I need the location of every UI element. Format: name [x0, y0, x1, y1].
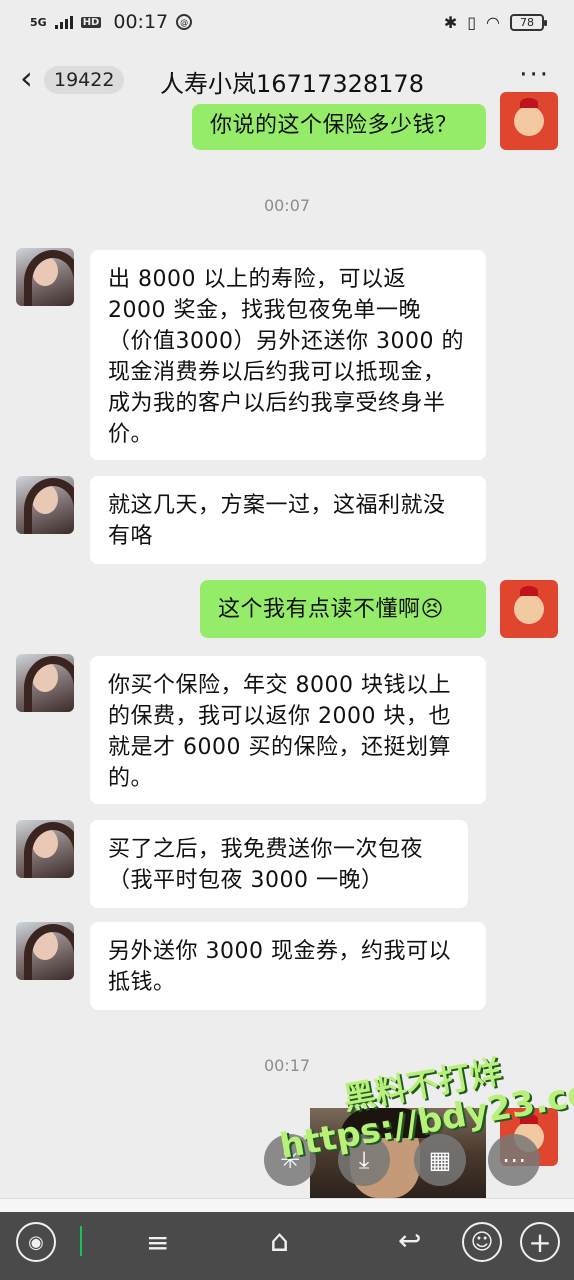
message-line: 出 8000 以上的寿险，可以返	[108, 267, 406, 292]
my-avatar[interactable]	[500, 580, 558, 638]
message-line: 买了之后，我免费送你一次包夜	[108, 837, 424, 862]
contact-avatar[interactable]	[16, 820, 74, 878]
message-line: （价值3000）另外还送你 3000 的	[108, 329, 464, 354]
voice-icon[interactable]: ◉	[16, 1222, 56, 1262]
message-line: 抵钱。	[108, 970, 176, 995]
bluetooth-icon: ✱	[443, 12, 458, 32]
incoming-message-bubble[interactable]: 另外送你 3000 现金券，约我可以 抵钱。	[90, 922, 486, 1010]
back-nav-icon[interactable]: ↩	[398, 1224, 421, 1257]
contact-avatar[interactable]	[16, 654, 74, 712]
message-line: 就这几天，方案一过，这福利就没	[108, 493, 446, 518]
message-line: 现金消费券以后约我可以抵现金，	[108, 360, 446, 385]
emoji-icon[interactable]: ☺	[462, 1222, 502, 1262]
home-icon[interactable]: ⌂	[270, 1224, 289, 1259]
menu-icon[interactable]: ≡	[146, 1226, 169, 1259]
incoming-message-bubble[interactable]: 你买个保险，年交 8000 块钱以上 的保费，我可以返你 2000 块，也 就是…	[90, 656, 486, 804]
contact-avatar[interactable]	[16, 248, 74, 306]
message-line: 成为我的客户以后约我享受终身半	[108, 391, 446, 416]
incoming-message-bubble[interactable]: 买了之后，我免费送你一次包夜 （我平时包夜 3000 一晚）	[90, 820, 468, 908]
status-bar: 5G HD 00:17 @ ✱ ▯ ◠ 78	[0, 0, 574, 44]
notification-icon: @	[176, 14, 193, 30]
status-time: 00:17	[113, 11, 169, 33]
message-text: 这个我有点读不懂啊😣	[218, 597, 444, 622]
message-line: （我平时包夜 3000 一晚）	[108, 868, 384, 893]
message-timestamp: 00:07	[263, 196, 311, 215]
contact-avatar[interactable]	[16, 922, 74, 980]
more-dots-icon[interactable]: ⋯	[488, 1134, 540, 1186]
message-line: 有咯	[108, 524, 154, 549]
message-line: 的。	[108, 766, 154, 791]
battery-icon: 78	[510, 13, 547, 31]
message-text: 你说的这个保险多少钱？	[210, 113, 458, 138]
message-line: 价。	[108, 422, 154, 447]
incoming-message-bubble[interactable]: 出 8000 以上的寿险，可以返 2000 奖金，找我包夜免单一晚 （价值300…	[90, 250, 486, 460]
my-avatar[interactable]	[500, 92, 558, 150]
incoming-message-bubble[interactable]: 就这几天，方案一过，这福利就没 有咯	[90, 476, 486, 564]
outgoing-message-bubble[interactable]: 这个我有点读不懂啊😣	[200, 580, 486, 638]
back-chevron-icon[interactable]: ‹	[20, 62, 33, 94]
signal-icon	[54, 15, 73, 29]
message-line: 的保费，我可以返你 2000 块，也	[108, 704, 451, 729]
text-input-cursor[interactable]	[80, 1226, 82, 1256]
plus-icon[interactable]: +	[520, 1222, 560, 1262]
bottom-input-bar: ◉ ≡ ⌂ ↩ ☺ +	[0, 1212, 574, 1280]
message-line: 就是才 6000 买的保险，还挺划算	[108, 735, 451, 760]
message-line: 你买个保险，年交 8000 块钱以上	[108, 673, 451, 698]
hd-badge: HD	[80, 16, 102, 28]
message-line: 另外送你 3000 现金券，约我可以	[108, 939, 451, 964]
network-type: 5G	[30, 15, 47, 29]
message-line: 2000 奖金，找我包夜免单一晚	[108, 298, 421, 323]
unread-count-badge[interactable]: 19422	[44, 66, 125, 94]
chat-header: ‹ 19422 人寿小岚16717328178 ···	[0, 48, 574, 112]
contact-avatar[interactable]	[16, 476, 74, 534]
more-options-icon[interactable]: ···	[519, 60, 550, 90]
wifi-icon: ◠	[486, 12, 500, 32]
vibrate-icon: ▯	[467, 12, 477, 32]
chat-title: 人寿小岚16717328178	[160, 70, 424, 98]
outgoing-message-bubble[interactable]: 你说的这个保险多少钱？	[192, 104, 486, 150]
